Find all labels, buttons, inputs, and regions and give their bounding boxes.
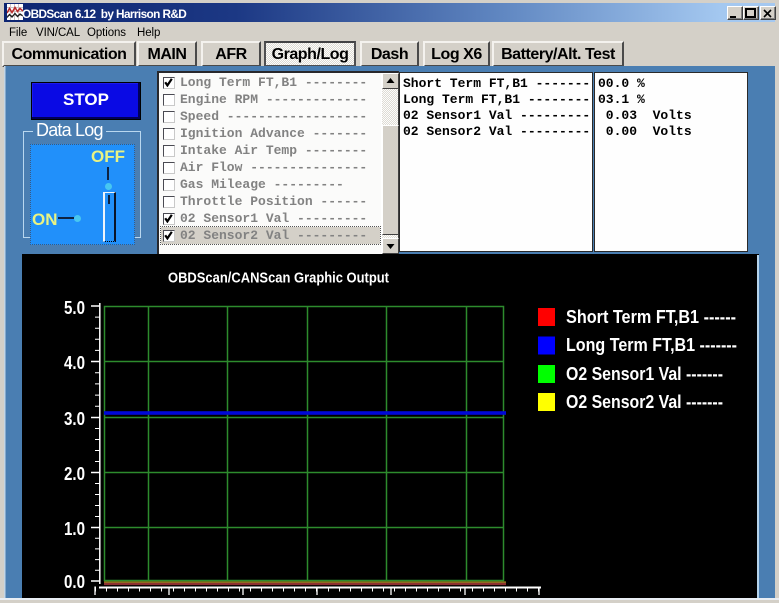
svg-text:5.0: 5.0 [64, 298, 85, 318]
svg-text:Long Term FT,B1 -------: Long Term FT,B1 ------- [566, 335, 737, 355]
svg-text:1.0: 1.0 [64, 519, 85, 539]
svg-text:3.0: 3.0 [64, 409, 85, 429]
svg-text:0.0: 0.0 [64, 572, 85, 592]
svg-text:OBDScan/CANScan Graphic Output: OBDScan/CANScan Graphic Output [168, 271, 389, 287]
svg-text:4.0: 4.0 [64, 353, 85, 373]
svg-text:2.0: 2.0 [64, 464, 85, 484]
svg-text:O2 Sensor1 Val -------: O2 Sensor1 Val ------- [566, 364, 723, 384]
svg-text:O2 Sensor2 Val -------: O2 Sensor2 Val ------- [566, 392, 723, 412]
svg-text:Short Term FT,B1 ------: Short Term FT,B1 ------ [566, 307, 736, 327]
